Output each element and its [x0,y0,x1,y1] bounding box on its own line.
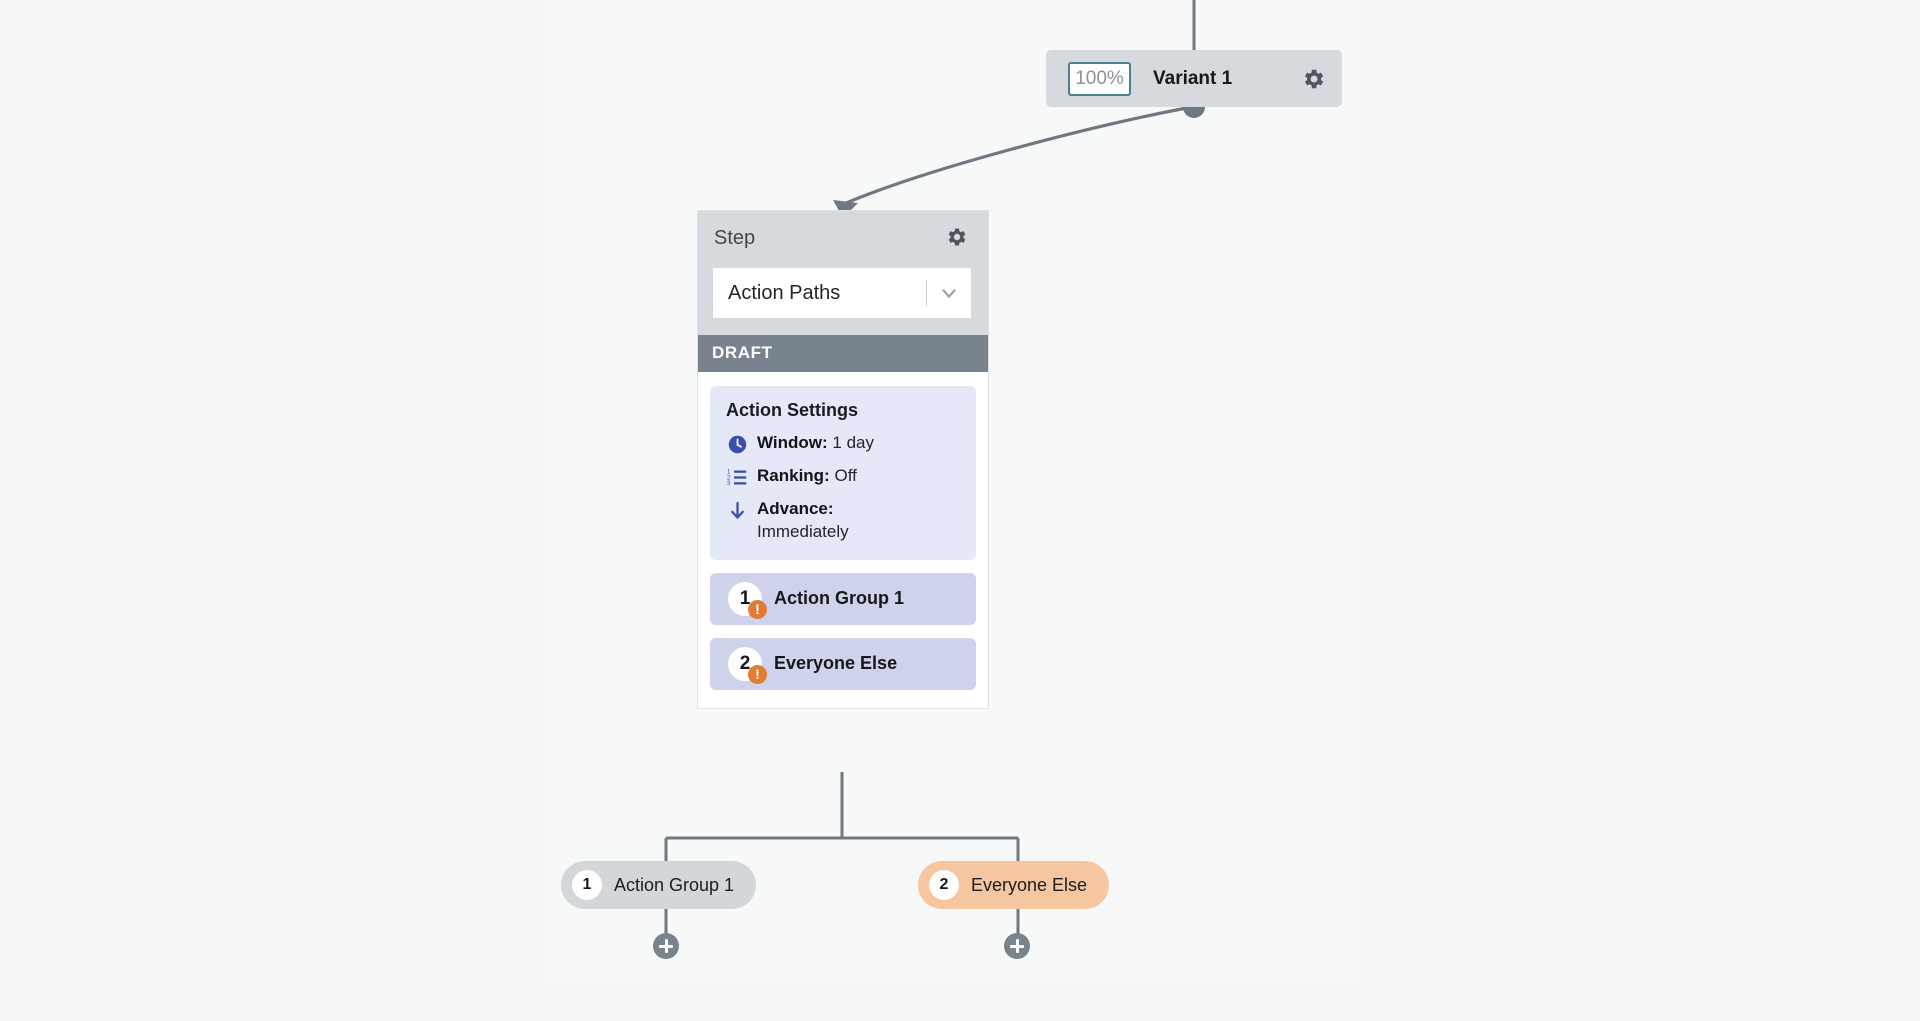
setting-row-ranking: 1 2 3 Ranking: Off [726,465,960,488]
gear-icon[interactable] [1300,66,1326,92]
warning-icon: ! [748,664,767,684]
step-title: Step [714,226,756,249]
plus-circle-icon[interactable] [1004,933,1030,959]
action-group-badge: 2 ! [728,646,767,684]
setting-value-advance: Immediately [757,521,849,541]
action-settings-panel: Action Settings Window: 1 day 1 2 3 Rank… [710,386,976,560]
plus-circle-icon[interactable] [653,933,679,959]
setting-value-window: 1 day [832,433,874,452]
variant-card[interactable]: Variant 1 [1046,50,1342,107]
chevron-down-icon[interactable] [927,282,971,304]
action-settings-title: Action Settings [726,400,859,420]
action-group-label: Everyone Else [774,653,898,674]
step-card-header: Step Action Paths [698,211,988,335]
setting-label-advance: Advance: [757,499,834,518]
step-card-body: Action Settings Window: 1 day 1 2 3 Rank… [698,372,988,708]
branch-pill-action-group-1[interactable]: 1 Action Group 1 [561,861,757,909]
step-type-select[interactable]: Action Paths [712,267,972,319]
setting-row-advance: Advance: Immediately [726,498,960,544]
action-group-label: Action Group 1 [774,588,904,609]
branch-pill-everyone-else[interactable]: 2 Everyone Else [918,861,1110,909]
clock-icon [726,432,748,455]
setting-label-window: Window: [757,433,828,452]
action-group-row[interactable]: 1 ! Action Group 1 [710,572,976,625]
variant-title: Variant 1 [1153,67,1233,89]
branch-pill-label: Everyone Else [971,874,1088,895]
branch-pill-label: Action Group 1 [614,874,735,895]
variant-percent-input[interactable] [1068,61,1131,96]
branch-pill-number: 2 [929,870,959,900]
step-card[interactable]: Step Action Paths DRAFT Action Settings [697,210,989,709]
svg-text:3: 3 [727,480,731,487]
action-group-row[interactable]: 2 ! Everyone Else [710,637,976,690]
gear-icon[interactable] [944,225,970,251]
status-badge: DRAFT [698,335,988,372]
warning-icon: ! [748,599,767,619]
setting-row-window: Window: 1 day [726,432,960,455]
arrow-down-icon [726,498,748,521]
setting-label-ranking: Ranking: [757,466,830,485]
step-type-value: Action Paths [728,281,841,304]
branch-pill-number: 1 [572,870,602,900]
action-group-badge: 1 ! [728,581,767,619]
setting-value-ranking: Off [834,466,857,485]
ordered-list-icon: 1 2 3 [726,465,748,488]
